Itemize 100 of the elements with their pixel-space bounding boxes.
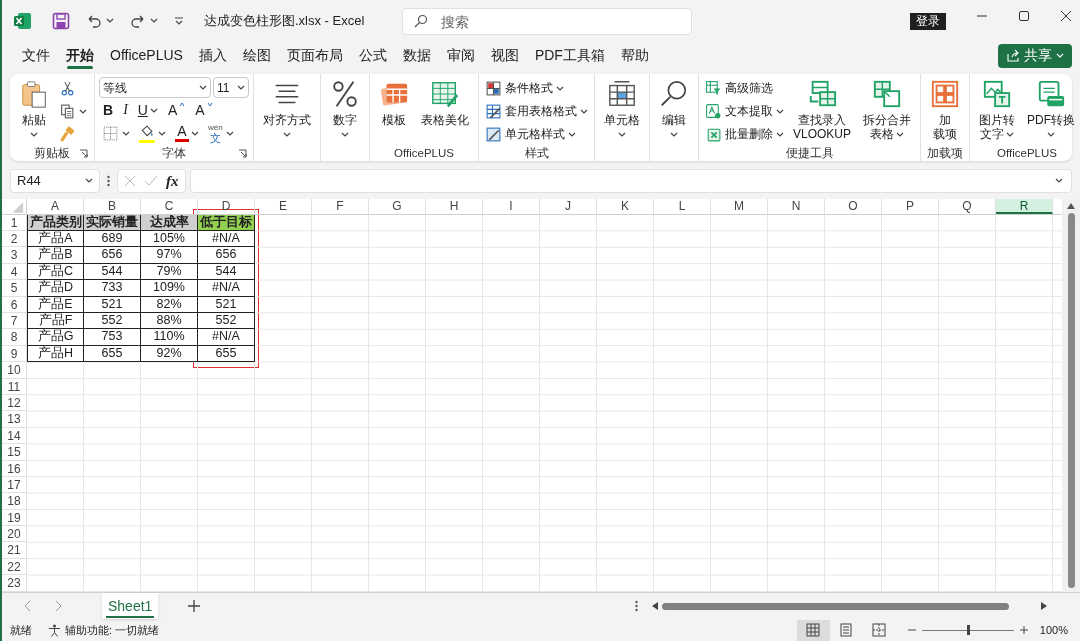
dialog-launcher-icon[interactable] bbox=[238, 149, 247, 159]
row-header[interactable]: 2 bbox=[2, 231, 27, 248]
menu-tab[interactable]: 审阅 bbox=[438, 41, 483, 70]
group-label: OfficePLUS bbox=[394, 145, 454, 161]
scroll-right-icon[interactable] bbox=[1041, 602, 1048, 611]
view-button[interactable] bbox=[796, 620, 830, 641]
ribbon-button[interactable]: 套用表格格式 bbox=[483, 100, 590, 123]
row-header[interactable]: 15 bbox=[2, 444, 27, 461]
more-icon[interactable] bbox=[107, 175, 110, 187]
scroll-up-icon[interactable] bbox=[1067, 202, 1075, 209]
ribbon-button[interactable]: 数字 bbox=[325, 77, 365, 138]
window-title: 达成变色柱形图.xlsx - Excel bbox=[204, 11, 365, 30]
row-header[interactable]: 18 bbox=[2, 493, 27, 510]
menu-tab[interactable]: 页面布局 bbox=[278, 41, 351, 70]
customize-toolbar-icon[interactable] bbox=[174, 16, 184, 25]
phonetic-guide-button[interactable]: wén 文 bbox=[205, 122, 237, 145]
column-header[interactable]: C bbox=[141, 198, 198, 214]
ribbon-button[interactable]: I bbox=[119, 99, 132, 122]
font-combo-box[interactable]: 11 bbox=[213, 77, 249, 99]
column-header[interactable]: G bbox=[369, 198, 426, 214]
row-header[interactable]: 5 bbox=[2, 280, 27, 297]
ribbon-button[interactable]: 表格美化 bbox=[416, 77, 474, 128]
dialog-launcher-icon[interactable] bbox=[79, 149, 88, 159]
ribbon-button[interactable]: 查找录入 VLOOKUP bbox=[788, 77, 857, 142]
zoom-slider-thumb[interactable] bbox=[966, 625, 970, 636]
ribbon-button[interactable]: U bbox=[133, 99, 162, 122]
menu-tab[interactable]: OfficePLUS bbox=[102, 41, 191, 70]
conditional-format-icon bbox=[485, 79, 502, 97]
row-header[interactable]: 10 bbox=[2, 362, 27, 379]
share-button[interactable]: 共享 bbox=[998, 43, 1072, 68]
column-header[interactable]: B bbox=[84, 198, 141, 214]
ribbon-button[interactable]: A bbox=[163, 99, 190, 122]
accessibility-button[interactable]: 辅助功能: 一切就绪 bbox=[48, 622, 160, 639]
ribbon-button[interactable]: 文本提取 bbox=[703, 100, 786, 123]
column-header[interactable]: H bbox=[426, 198, 483, 214]
column-header[interactable]: E bbox=[255, 198, 312, 214]
ribbon-button[interactable]: 编辑 bbox=[654, 77, 694, 138]
add-sheet-icon[interactable] bbox=[188, 600, 201, 613]
ribbon-button[interactable]: A bbox=[171, 122, 203, 145]
ribbon-button[interactable]: 高级筛选 bbox=[703, 77, 786, 100]
search-field[interactable]: 搜索 bbox=[402, 8, 692, 35]
login-button[interactable]: 登录 bbox=[910, 13, 946, 30]
ribbon-button[interactable]: 图片转 文字 bbox=[974, 77, 1021, 142]
ribbon-button[interactable]: B bbox=[99, 99, 118, 122]
scroll-left-icon[interactable] bbox=[652, 602, 659, 611]
row-header[interactable]: 23 bbox=[2, 575, 27, 592]
zoom-slider[interactable] bbox=[921, 625, 1014, 636]
font-combo-box[interactable]: 等线 bbox=[99, 77, 211, 99]
menu-tab[interactable]: 公式 bbox=[350, 41, 395, 70]
zoom-in-icon[interactable] bbox=[1019, 626, 1028, 635]
column-header[interactable]: K bbox=[597, 198, 654, 214]
row-header[interactable]: 8 bbox=[2, 329, 27, 346]
ribbon-button[interactable]: 模板 bbox=[374, 77, 414, 128]
menu-tab[interactable]: 插入 bbox=[190, 41, 235, 70]
column-header[interactable]: A bbox=[27, 198, 84, 214]
save-icon[interactable] bbox=[52, 11, 70, 30]
row-header[interactable]: 21 bbox=[2, 542, 27, 559]
column-header[interactable]: I bbox=[483, 198, 540, 214]
horizontal-scrollbar[interactable] bbox=[652, 602, 1048, 611]
menu-tab[interactable]: PDF工具箱 bbox=[526, 41, 613, 70]
column-header[interactable]: N bbox=[768, 198, 825, 214]
more-icon[interactable] bbox=[635, 600, 639, 613]
column-header[interactable]: L bbox=[654, 198, 711, 214]
column-header[interactable]: P bbox=[882, 198, 939, 214]
ribbon-button[interactable]: 拆分合并 表格 bbox=[858, 77, 917, 142]
row-header[interactable]: 13 bbox=[2, 411, 27, 428]
ribbon-button[interactable]: 粘贴 bbox=[14, 77, 54, 138]
menu-tab[interactable]: 帮助 bbox=[612, 41, 657, 70]
zoom-level[interactable]: 100% bbox=[1039, 622, 1068, 639]
ribbon-button[interactable]: PDF转换 bbox=[1022, 77, 1080, 138]
ribbon-button[interactable]: 批量删除 bbox=[703, 123, 786, 146]
ribbon-button[interactable]: 单元格样式 bbox=[483, 123, 590, 146]
ribbon-button[interactable]: 对齐方式 bbox=[258, 77, 316, 138]
maximize-icon[interactable] bbox=[1018, 10, 1030, 22]
column-header[interactable]: D bbox=[198, 198, 255, 214]
ribbon-button[interactable]: 加 载项 bbox=[925, 77, 966, 142]
formula-input[interactable] bbox=[189, 169, 1072, 193]
name-box[interactable]: R44 bbox=[10, 169, 100, 193]
menu-tab[interactable]: 开始 bbox=[58, 41, 102, 70]
ribbon-button[interactable]: A bbox=[191, 99, 217, 122]
menu-tab[interactable]: 文件 bbox=[14, 41, 58, 70]
ribbon-button[interactable]: 单元格 bbox=[599, 77, 645, 138]
column-header[interactable]: F bbox=[312, 198, 369, 214]
row-header[interactable]: 7 bbox=[2, 313, 27, 330]
close-icon[interactable] bbox=[1060, 10, 1072, 22]
column-header[interactable]: O bbox=[825, 198, 882, 214]
column-header[interactable]: J bbox=[540, 198, 597, 214]
column-header[interactable]: M bbox=[711, 198, 768, 214]
column-header[interactable]: R bbox=[996, 198, 1053, 214]
row-header[interactable]: 20 bbox=[2, 526, 27, 543]
menu-tab[interactable]: 数据 bbox=[394, 41, 439, 70]
cell-style-icon bbox=[485, 125, 502, 143]
menu-tab[interactable]: 视图 bbox=[482, 41, 527, 70]
row-header[interactable]: 3 bbox=[2, 247, 27, 264]
ribbon-button[interactable]: 条件格式 bbox=[483, 77, 590, 100]
insert-function-button[interactable]: fx bbox=[166, 169, 179, 193]
menu-tab[interactable]: 绘图 bbox=[234, 41, 279, 70]
group-label: 剪贴板 bbox=[34, 145, 70, 161]
sheet-tab[interactable]: Sheet1 bbox=[102, 593, 159, 620]
vertical-scrollbar[interactable] bbox=[1062, 198, 1080, 592]
